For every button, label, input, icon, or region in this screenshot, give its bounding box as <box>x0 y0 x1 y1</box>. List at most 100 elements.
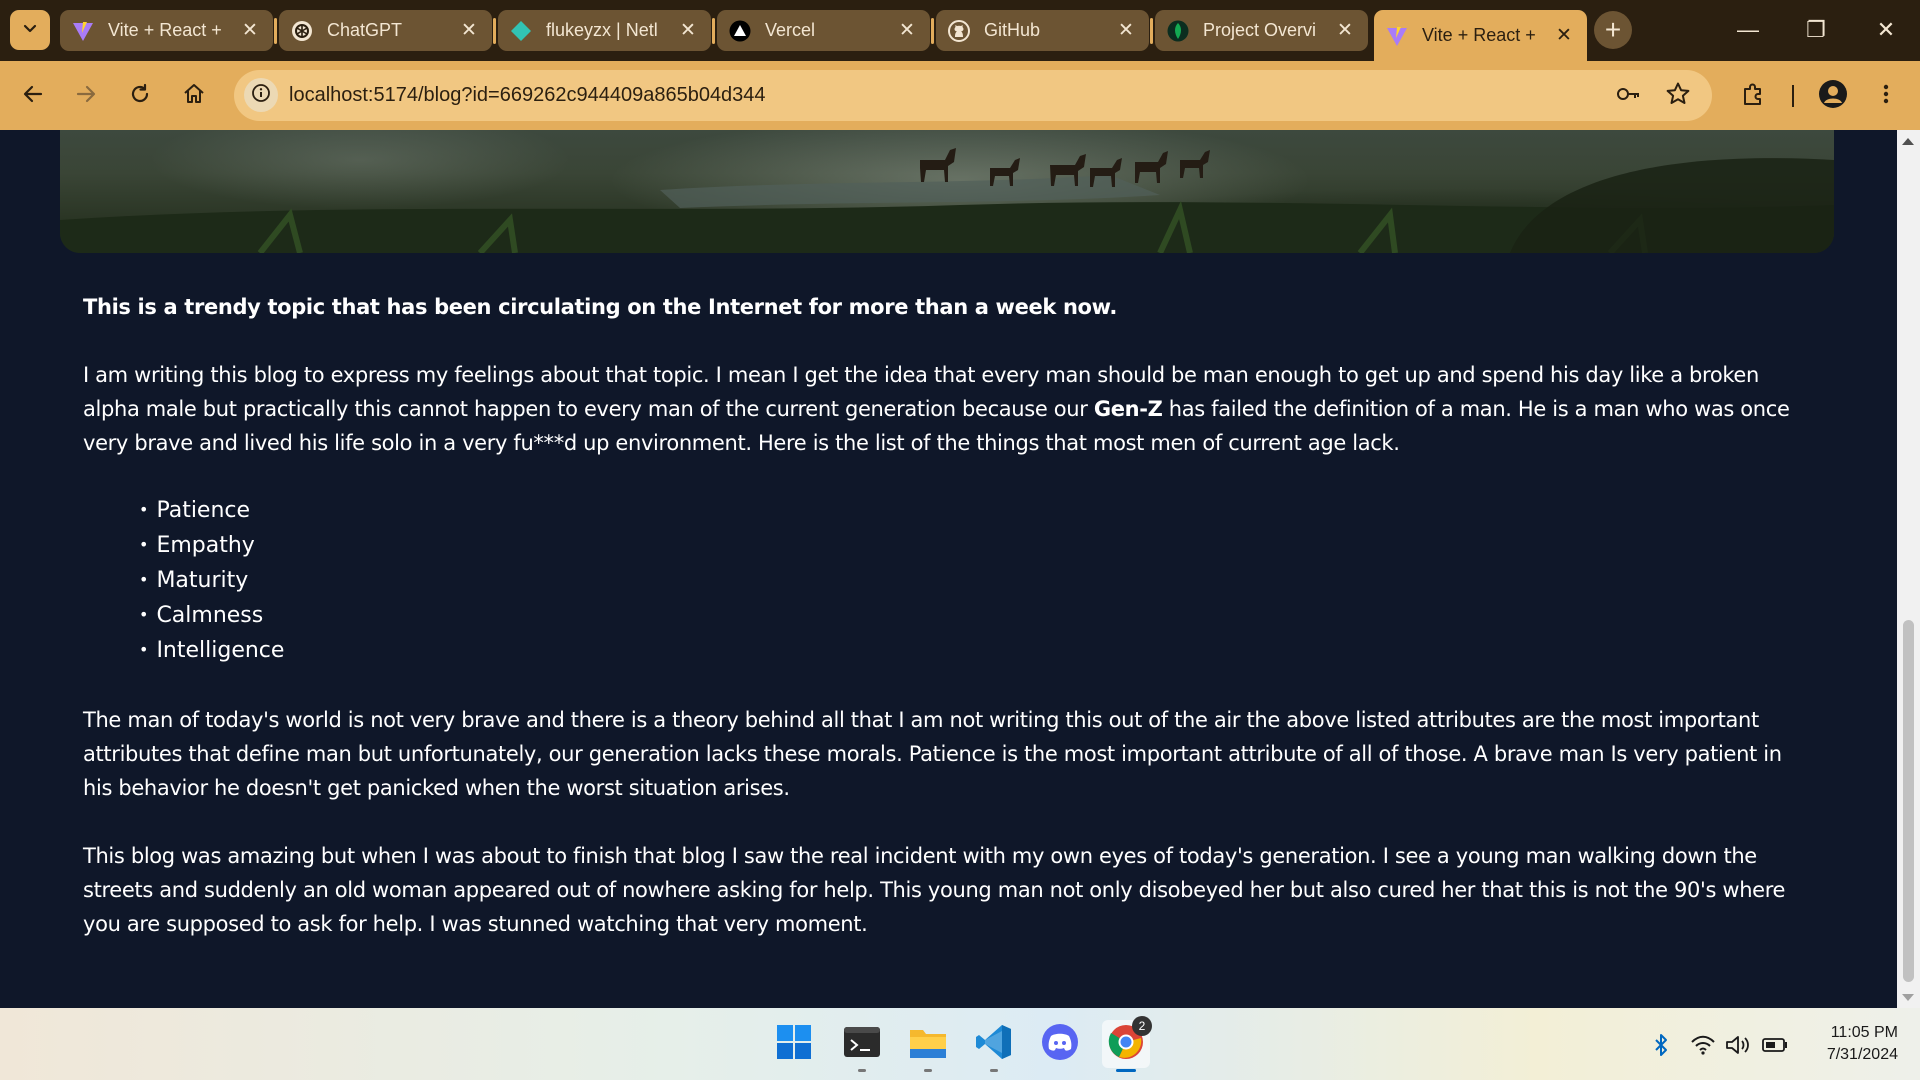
page-content: This is a trendy topic that has been cir… <box>0 130 1897 1008</box>
extensions-button[interactable] <box>1733 76 1773 116</box>
tab-close-button[interactable]: ✕ <box>896 19 918 42</box>
info-icon <box>251 83 271 108</box>
minimize-button[interactable]: — <box>1724 12 1772 48</box>
system-clock[interactable]: 11:05 PM 7/31/2024 <box>1798 1022 1898 1066</box>
bluetooth-icon[interactable] <box>1648 1032 1674 1058</box>
tab-title: Project Overvi <box>1203 20 1317 40</box>
tab-netlify[interactable]: flukeyzx | Netl ✕ <box>498 10 711 51</box>
tab-strip: Vite + React + ✕ ChatGPT ✕ flukeyzx | Ne… <box>0 0 1920 61</box>
scrollbar-thumb[interactable] <box>1903 620 1914 982</box>
taskbar-terminal[interactable] <box>838 1020 886 1072</box>
tab-separator <box>1150 18 1153 44</box>
scroll-down-arrow-icon[interactable] <box>1902 994 1914 1001</box>
profile-button[interactable] <box>1813 76 1853 116</box>
key-icon <box>1614 80 1642 113</box>
clock-time: 11:05 PM <box>1830 1024 1898 1041</box>
active-indicator <box>1116 1069 1136 1072</box>
tab-title: GitHub <box>984 20 1041 40</box>
windows-start-icon <box>776 1024 812 1065</box>
blog-cover-image <box>60 130 1834 253</box>
tab-close-button[interactable]: ✕ <box>1553 24 1575 47</box>
running-indicator <box>858 1069 866 1072</box>
toolbar-divider <box>1792 85 1794 107</box>
vercel-icon <box>729 20 751 42</box>
tab-separator <box>274 18 277 44</box>
more-vertical-icon <box>1882 82 1890 111</box>
site-info-button[interactable] <box>244 78 278 112</box>
reload-button[interactable] <box>120 76 160 116</box>
start-button[interactable] <box>770 1020 818 1068</box>
taskbar-discord[interactable] <box>1036 1020 1084 1068</box>
restore-button[interactable]: ❐ <box>1792 12 1840 48</box>
tab-close-button[interactable]: ✕ <box>1115 19 1137 42</box>
minimize-icon: — <box>1737 17 1759 42</box>
chatgpt-icon <box>291 20 313 42</box>
forward-button[interactable] <box>66 76 106 116</box>
chevron-down-icon <box>22 20 38 41</box>
vite-icon <box>1386 25 1408 47</box>
taskbar-file-explorer[interactable] <box>904 1020 952 1072</box>
bold-text: Gen-Z <box>1093 397 1163 421</box>
star-icon <box>1665 81 1691 112</box>
tab-vite-react-1[interactable]: Vite + React + ✕ <box>60 10 273 51</box>
bookmark-button[interactable] <box>1664 82 1692 110</box>
new-tab-button[interactable]: + <box>1594 11 1632 49</box>
article-paragraph: The man of today's world is not very bra… <box>83 708 1782 800</box>
list-item: Intelligence <box>139 634 1813 669</box>
battery-icon[interactable] <box>1762 1032 1788 1058</box>
url-text[interactable]: localhost:5174/blog?id=669262c944409a865… <box>289 84 766 107</box>
tab-separator <box>493 18 496 44</box>
vscode-icon <box>975 1023 1013 1066</box>
home-icon <box>182 82 206 111</box>
tab-close-button[interactable]: ✕ <box>239 19 261 42</box>
tab-chatgpt[interactable]: ChatGPT ✕ <box>279 10 492 51</box>
clock-date: 7/31/2024 <box>1826 1046 1898 1063</box>
attribute-list: Patience Empathy Maturity Calmness Intel… <box>139 494 1813 669</box>
windows-taskbar: 2 11:05 PM 7/31/2024 <box>0 1008 1920 1080</box>
list-item: Maturity <box>139 564 1813 599</box>
address-bar[interactable]: localhost:5174/blog?id=669262c944409a865… <box>234 70 1712 121</box>
plus-icon: + <box>1604 14 1622 45</box>
close-window-button[interactable]: ✕ <box>1862 12 1910 48</box>
taskbar-chrome[interactable]: 2 <box>1102 1016 1152 1072</box>
scroll-up-arrow-icon[interactable] <box>1902 138 1914 145</box>
avatar <box>1818 79 1848 114</box>
tab-search-button[interactable] <box>10 10 50 50</box>
tab-mongodb-project[interactable]: Project Overvi ✕ <box>1155 10 1368 51</box>
wifi-icon[interactable] <box>1690 1032 1716 1058</box>
arrow-left-icon <box>21 82 45 111</box>
tab-close-button[interactable]: ✕ <box>1334 19 1356 42</box>
article-lead: This is a trendy topic that has been cir… <box>83 295 1117 319</box>
volume-icon[interactable] <box>1725 1032 1751 1058</box>
terminal-icon <box>843 1026 881 1063</box>
close-icon: ✕ <box>1876 17 1896 42</box>
tab-close-button[interactable]: ✕ <box>677 19 699 42</box>
reload-icon <box>128 82 152 111</box>
discord-icon <box>1041 1023 1079 1066</box>
puzzle-icon <box>1740 81 1766 112</box>
tab-close-button[interactable]: ✕ <box>458 19 480 42</box>
restore-icon: ❐ <box>1806 17 1826 42</box>
tab-title: Vite + React + <box>1422 25 1536 45</box>
back-button[interactable] <box>13 76 53 116</box>
running-indicator <box>990 1069 998 1072</box>
browser-menu-button[interactable] <box>1866 76 1906 116</box>
home-button[interactable] <box>174 76 214 116</box>
tab-title: Vite + React + <box>108 20 222 40</box>
mongodb-icon <box>1167 20 1189 42</box>
article-paragraph: This blog was amazing but when I was abo… <box>83 844 1786 936</box>
file-explorer-icon <box>909 1025 947 1064</box>
list-item: Empathy <box>139 529 1813 564</box>
tab-separator <box>712 18 715 44</box>
taskbar-vscode[interactable] <box>970 1020 1018 1072</box>
password-key-button[interactable] <box>1614 82 1642 110</box>
tab-github[interactable]: GitHub ✕ <box>936 10 1149 51</box>
article-paragraph: I am writing this blog to express my fee… <box>83 363 1790 455</box>
tab-vercel[interactable]: Vercel ✕ <box>717 10 930 51</box>
notification-badge: 2 <box>1132 1016 1152 1036</box>
page-scrollbar[interactable] <box>1897 130 1920 1008</box>
tab-vite-react-active[interactable]: Vite + React + ✕ <box>1374 10 1587 61</box>
running-indicator <box>924 1069 932 1072</box>
github-icon <box>948 19 970 42</box>
list-item: Patience <box>139 494 1813 529</box>
